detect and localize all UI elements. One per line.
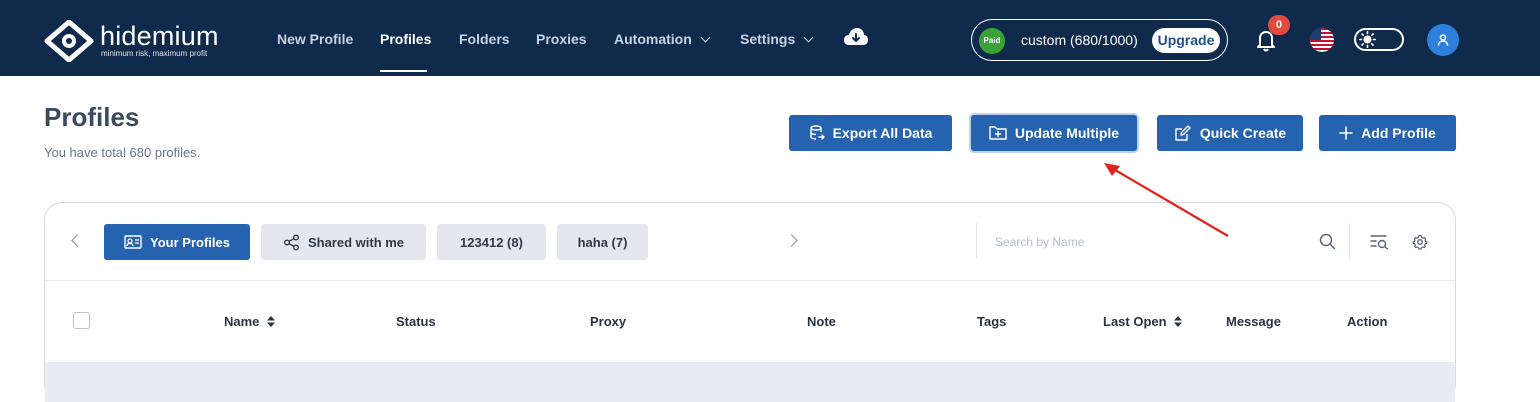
edit-icon (1175, 125, 1191, 141)
upgrade-button[interactable]: Upgrade (1152, 28, 1220, 53)
table-row[interactable] (45, 362, 1455, 402)
hidemium-logo-icon (44, 20, 94, 62)
update-multiple-button[interactable]: Update Multiple (971, 115, 1137, 151)
plan-status-pill: Paid custom (680/1000) Upgrade (971, 19, 1228, 61)
plan-label: custom (680/1000) (1021, 32, 1138, 48)
nav-item-folders[interactable]: Folders (459, 31, 510, 47)
column-header-last-open[interactable]: Last Open (1103, 314, 1183, 329)
column-header-action: Action (1347, 314, 1388, 329)
folder-plus-icon (989, 126, 1007, 140)
column-header-last-open-label: Last Open (1103, 314, 1167, 329)
theme-toggle[interactable] (1354, 28, 1404, 51)
add-profile-label: Add Profile (1361, 125, 1436, 141)
tab-shared-with-me[interactable]: Shared with me (261, 224, 426, 260)
nav-item-automation[interactable]: Automation (614, 31, 711, 47)
tab-your-profiles[interactable]: Your Profiles (104, 224, 250, 260)
tab-folder-123412-label: 123412 (8) (460, 234, 523, 250)
search-icon[interactable] (1319, 233, 1336, 250)
us-flag-icon[interactable] (1310, 28, 1334, 52)
filter-list-search-icon[interactable] (1370, 234, 1389, 250)
nav-item-proxies[interactable]: Proxies (536, 31, 587, 47)
tabs-scroll-left-icon[interactable] (71, 234, 84, 247)
chevron-down-icon (803, 32, 814, 43)
column-header-message: Message (1226, 314, 1281, 329)
app-logo[interactable]: hidemium minimum risk, maximum profit (44, 20, 219, 62)
sort-icon (1174, 316, 1183, 327)
gear-icon[interactable] (1412, 234, 1428, 250)
chevron-down-icon (700, 32, 711, 43)
logo-name: hidemium (100, 21, 219, 51)
nav-item-settings[interactable]: Settings (740, 31, 814, 47)
quick-create-button[interactable]: Quick Create (1157, 115, 1303, 151)
column-header-tags: Tags (977, 314, 1007, 329)
plus-icon (1339, 126, 1353, 140)
export-all-data-button[interactable]: Export All Data (789, 115, 952, 151)
tab-folder-haha-label: haha (7) (577, 234, 628, 250)
id-card-icon (124, 235, 142, 249)
nav-item-profiles[interactable]: Profiles (380, 31, 431, 47)
profiles-table-card: Your Profiles Shared with me 123412 (8) … (44, 202, 1456, 402)
nav-item-settings-label: Settings (740, 31, 796, 47)
select-all-checkbox[interactable] (73, 312, 90, 329)
tabs-scroll-right-icon[interactable] (785, 234, 798, 247)
table-header-divider (45, 280, 1455, 281)
column-header-name-label: Name (224, 314, 260, 329)
column-header-proxy: Proxy (590, 314, 627, 329)
nav-item-new-profile[interactable]: New Profile (277, 31, 353, 47)
share-icon (283, 234, 299, 250)
cloud-download-icon[interactable] (843, 26, 869, 48)
top-navbar: hidemium minimum risk, maximum profit Ne… (0, 0, 1540, 76)
column-header-status: Status (396, 314, 436, 329)
page-title: Profiles (44, 102, 140, 132)
database-export-icon (809, 125, 825, 140)
search-divider (976, 223, 977, 259)
notification-count-badge: 0 (1268, 15, 1290, 35)
update-multiple-label: Update Multiple (1014, 125, 1120, 141)
logo-tagline: minimum risk, maximum profit (101, 49, 208, 58)
toolbar-divider (1349, 223, 1350, 259)
tab-shared-with-me-label: Shared with me (307, 234, 405, 250)
nav-item-automation-label: Automation (614, 31, 692, 47)
tab-folder-123412[interactable]: 123412 (8) (437, 224, 546, 260)
export-all-data-label: Export All Data (832, 125, 933, 141)
tab-folder-haha[interactable]: haha (7) (557, 224, 648, 260)
tab-your-profiles-label: Your Profiles (150, 234, 230, 250)
column-header-name[interactable]: Name (224, 314, 276, 329)
add-profile-button[interactable]: Add Profile (1319, 115, 1456, 151)
user-avatar[interactable] (1427, 24, 1459, 56)
column-header-note: Note (807, 314, 836, 329)
profile-count-subtitle: You have total 680 profiles. (44, 145, 201, 160)
sun-icon (1359, 31, 1376, 48)
quick-create-label: Quick Create (1199, 125, 1287, 141)
paid-badge: Paid (979, 28, 1005, 54)
active-nav-indicator (380, 70, 427, 72)
user-icon (1437, 34, 1449, 46)
sort-icon (267, 316, 276, 327)
annotation-arrow (1104, 163, 1229, 237)
